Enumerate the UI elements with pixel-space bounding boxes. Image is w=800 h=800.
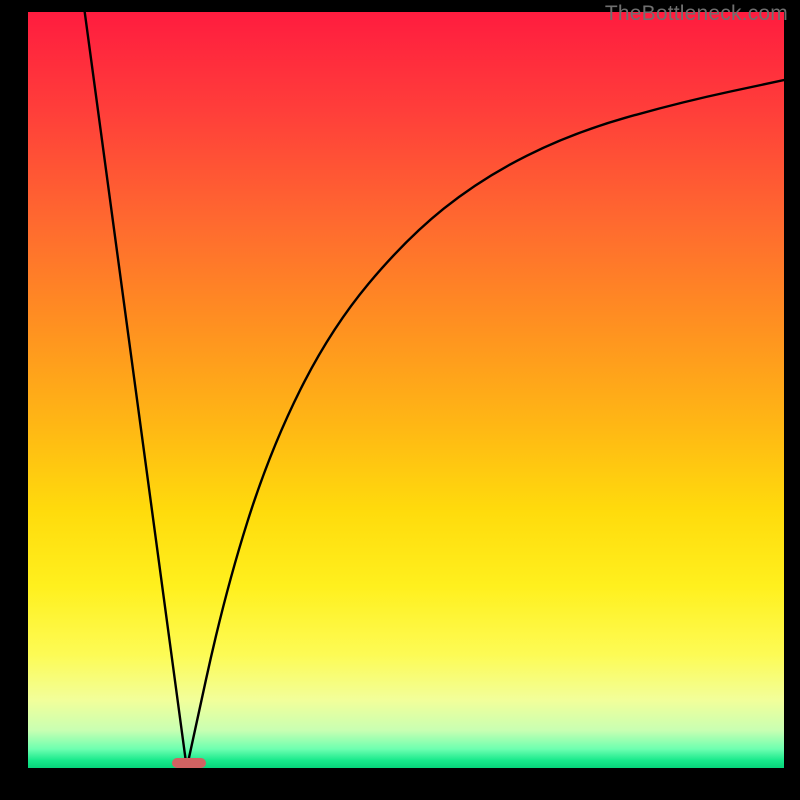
curve-path — [85, 12, 784, 768]
bottleneck-marker — [172, 758, 207, 768]
plot-area — [28, 12, 784, 768]
bottleneck-curve — [28, 12, 784, 768]
watermark-text: TheBottleneck.com — [605, 2, 788, 26]
chart-frame: TheBottleneck.com — [0, 0, 800, 800]
